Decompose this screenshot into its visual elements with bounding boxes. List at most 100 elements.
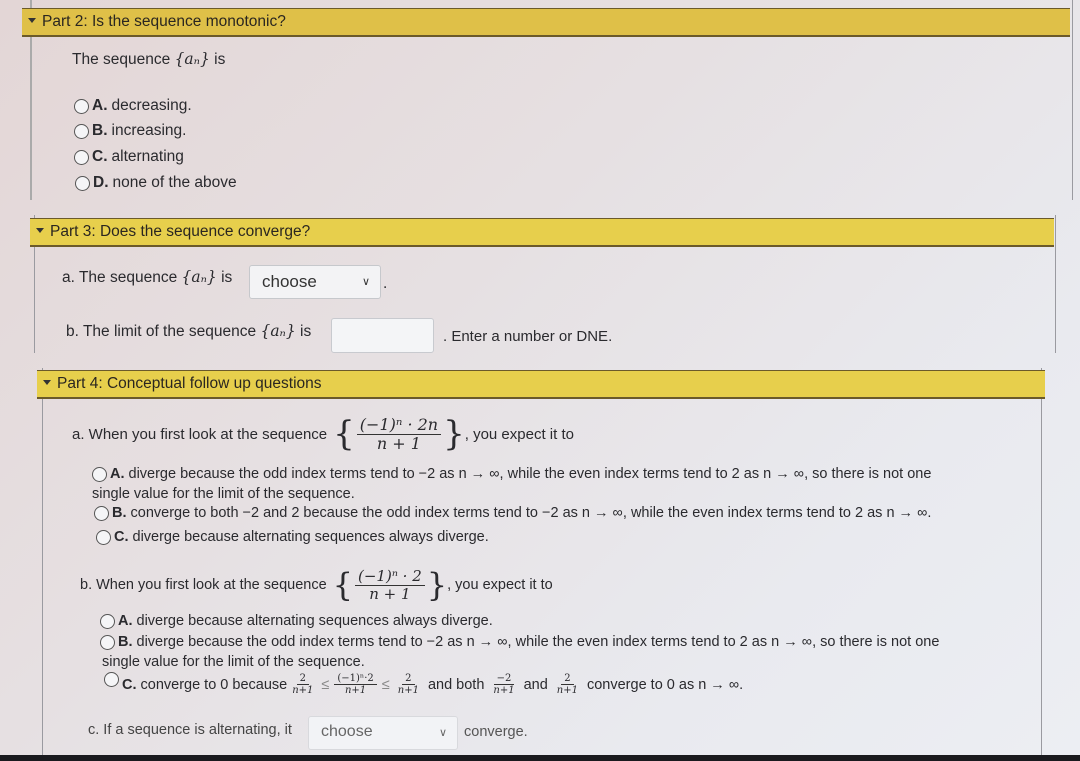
part4-header[interactable]: Part 4: Conceptual follow up questions	[37, 370, 1045, 399]
radio-button[interactable]	[74, 123, 89, 139]
numerator: 2	[296, 673, 309, 685]
prompt-text-end: , you expect it to	[447, 577, 553, 593]
radio-button[interactable]	[74, 98, 89, 114]
radio-button[interactable]	[100, 613, 115, 629]
denominator: n+1	[556, 685, 578, 696]
numerator: 2	[561, 673, 574, 685]
part3-header[interactable]: Part 3: Does the sequence converge?	[30, 218, 1054, 247]
collapse-triangle-icon	[28, 18, 36, 24]
sequence-formula: (−1)ⁿ · 2 n + 1	[355, 568, 425, 602]
part4-qc-select[interactable]: choose ∨	[308, 716, 458, 750]
prompt-text: The sequence	[72, 51, 171, 68]
period: .	[383, 275, 388, 292]
part4-qc-after: converge.	[464, 724, 528, 740]
fraction-lower: 2 n+1	[289, 673, 316, 696]
option-text: converge to 0 because	[140, 676, 288, 693]
screen-bezel	[0, 755, 1080, 761]
fraction-pos: 2 n+1	[554, 673, 581, 696]
formula-denominator: n + 1	[369, 584, 411, 603]
part4-qb-option-c[interactable]: C. converge to 0 because 2 n+1 ≤ (−1)ⁿ·2 n…	[104, 672, 744, 696]
denominator: n+1	[397, 685, 419, 696]
right-brace: }	[426, 566, 448, 604]
option-text: increasing.	[111, 122, 187, 139]
option-text: diverge because the odd index terms tend…	[128, 466, 932, 482]
option-text: converge to 0 as n → ∞.	[586, 676, 744, 693]
denominator: n+1	[292, 685, 314, 696]
radio-button[interactable]	[96, 529, 111, 545]
chevron-down-icon: ∨	[361, 276, 370, 288]
part2-option-b[interactable]: B. increasing.	[74, 122, 186, 140]
option-text: diverge because alternating sequences al…	[136, 613, 493, 629]
part4-qb-option-b-line2: single value for the limit of the sequen…	[102, 654, 365, 670]
prompt-text-end: , you expect it to	[464, 425, 574, 443]
radio-button[interactable]	[92, 466, 107, 482]
radio-button[interactable]	[94, 505, 109, 521]
radio-button[interactable]	[100, 634, 115, 650]
collapse-triangle-icon	[36, 228, 44, 234]
leq-symbol: ≤	[321, 676, 330, 693]
prompt-text: a. When you first look at the sequence	[72, 425, 328, 443]
label-text-is: is	[300, 323, 312, 340]
left-brace: {	[333, 414, 355, 454]
denominator: n+1	[493, 685, 515, 696]
part4-title: Part 4: Conceptual follow up questions	[57, 375, 322, 392]
option-letter: D.	[93, 174, 109, 191]
option-letter: A.	[92, 97, 108, 114]
part3-b-label: b. The limit of the sequence {aₙ} is	[66, 322, 311, 341]
radio-button[interactable]	[104, 672, 119, 687]
part2-option-a[interactable]: A. decreasing.	[74, 97, 192, 115]
sequence-formula: (−1)ⁿ · 2n n + 1	[356, 416, 442, 453]
formula-numerator: (−1)ⁿ · 2	[355, 568, 425, 586]
right-brace: }	[443, 414, 465, 454]
option-letter: C.	[114, 529, 129, 545]
part4-qc-label: c. If a sequence is alternating, it	[88, 722, 292, 738]
fraction-neg: −2 n+1	[490, 673, 517, 696]
option-letter: A.	[118, 613, 133, 629]
formula-denominator: n + 1	[376, 433, 421, 453]
part2-option-c[interactable]: C. alternating	[74, 148, 184, 166]
part2-title: Part 2: Is the sequence monotonic?	[42, 13, 286, 30]
part2-header[interactable]: Part 2: Is the sequence monotonic?	[22, 8, 1070, 37]
fraction-middle: (−1)ⁿ·2 n+1	[334, 673, 377, 696]
option-text: diverge because the odd index terms tend…	[136, 634, 940, 650]
part3-b-limit-input[interactable]	[331, 318, 434, 353]
prompt-text-is: is	[214, 51, 226, 68]
denominator: n+1	[344, 685, 367, 696]
option-letter: B.	[92, 122, 108, 139]
part2-prompt: The sequence {aₙ} is	[72, 50, 225, 69]
part4-qb-prompt: b. When you first look at the sequence {…	[80, 566, 553, 604]
part4-qa-option-c[interactable]: C. diverge because alternating sequences …	[96, 529, 489, 545]
option-letter: C.	[122, 676, 137, 693]
option-text: converge to both −2 and 2 because the od…	[130, 505, 932, 521]
part4-qa-prompt: a. When you first look at the sequence {…	[72, 414, 574, 454]
part4-qa-option-a[interactable]: A. diverge because the odd index terms te…	[92, 466, 931, 482]
numerator: 2	[402, 673, 415, 685]
label-text: a. The sequence	[62, 269, 178, 286]
option-text: diverge because alternating sequences al…	[132, 529, 489, 545]
label-text-is: is	[221, 269, 233, 286]
option-letter: A.	[110, 466, 125, 482]
option-letter: C.	[92, 148, 108, 165]
radio-button[interactable]	[75, 175, 90, 191]
part3-a-select[interactable]: choose ∨	[249, 265, 381, 299]
option-text: none of the above	[112, 174, 237, 191]
part3-b-hint: . Enter a number or DNE.	[443, 328, 613, 345]
part3-a-label: a. The sequence {aₙ} is	[62, 268, 232, 287]
part4-qb-option-a[interactable]: A. diverge because alternating sequences …	[100, 613, 493, 629]
select-value: choose	[321, 723, 373, 740]
sequence-symbol: {aₙ}	[174, 50, 210, 68]
prompt-text: b. When you first look at the sequence	[80, 577, 327, 593]
option-text: and both	[427, 676, 485, 693]
fraction-upper: 2 n+1	[395, 673, 422, 696]
collapse-triangle-icon	[43, 380, 51, 386]
part4-qa-option-b[interactable]: B. converge to both −2 and 2 because the …	[94, 505, 931, 521]
left-brace: {	[332, 566, 354, 604]
part4-qa-option-a-line2: single value for the limit of the sequen…	[92, 486, 355, 502]
part4-qb-option-b[interactable]: B. diverge because the odd index terms te…	[100, 634, 939, 650]
option-text: decreasing.	[111, 97, 192, 114]
part3-title: Part 3: Does the sequence converge?	[50, 223, 311, 240]
numerator: −2	[493, 673, 515, 685]
part2-option-d[interactable]: D. none of the above	[75, 174, 237, 192]
chevron-down-icon: ∨	[438, 727, 447, 739]
radio-button[interactable]	[74, 149, 89, 165]
